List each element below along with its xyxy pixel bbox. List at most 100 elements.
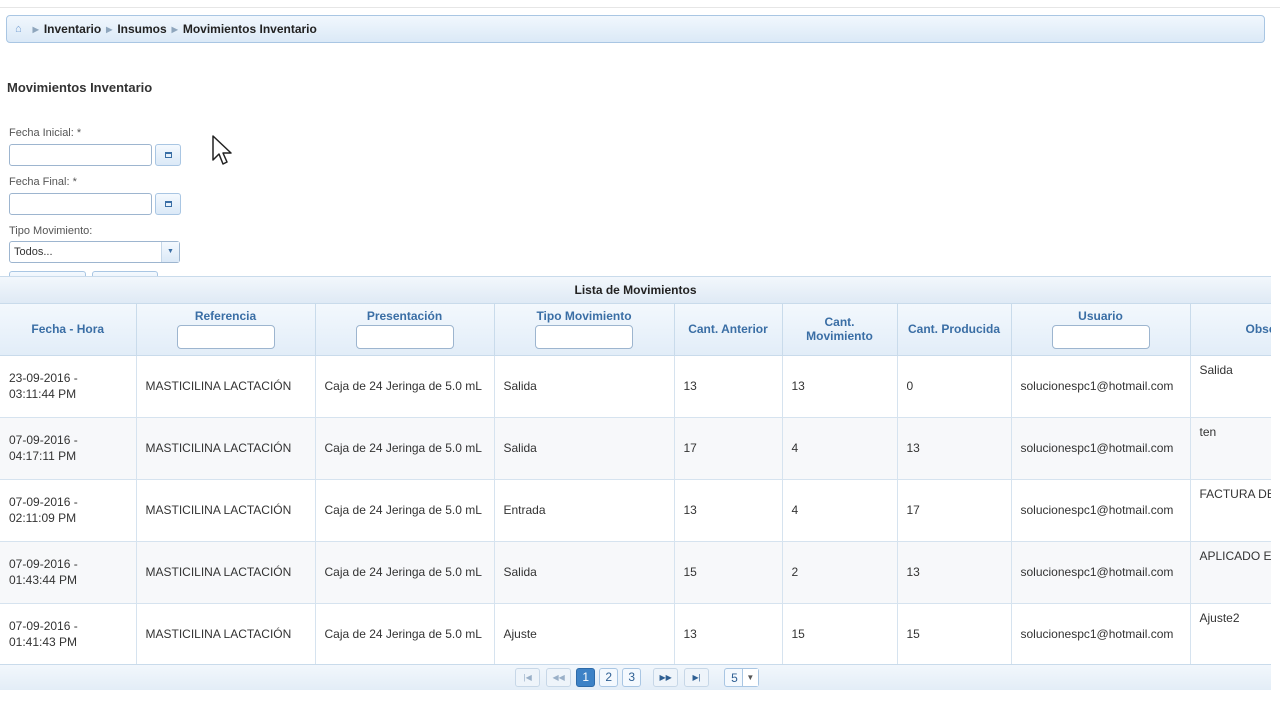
- table-row[interactable]: 07-09-2016 - 01:43:44 PM MASTICILINA LACT…: [0, 541, 1271, 604]
- cell-tipo-movimiento: Salida: [494, 355, 675, 418]
- calendar-icon: [164, 201, 172, 207]
- cell-cant-producida: 15: [897, 603, 1012, 666]
- tipo-movimiento-value: Todos...: [14, 246, 53, 258]
- cell-cant-anterior: 17: [674, 417, 783, 480]
- fecha-final-calendar-button[interactable]: [155, 193, 181, 215]
- tipo-movimiento-filter-input[interactable]: [535, 325, 633, 350]
- page-number-3[interactable]: 3: [622, 668, 642, 687]
- table-row[interactable]: 07-09-2016 - 02:11:09 PM MASTICILINA LACT…: [0, 479, 1271, 542]
- cell-tipo-movimiento: Ajuste: [494, 603, 675, 666]
- cell-presentacion: Caja de 24 Jeringa de 5.0 mL: [315, 603, 495, 666]
- page-number-1[interactable]: 1: [576, 668, 596, 687]
- cell-cant-movimiento: 13: [782, 355, 898, 418]
- tipo-movimiento-label: Tipo Movimiento:: [9, 225, 93, 237]
- cell-cant-anterior: 13: [674, 479, 783, 542]
- column-header-fecha-hora[interactable]: Fecha - Hora: [0, 304, 137, 356]
- cell-fecha-hora: 07-09-2016 - 01:43:44 PM: [0, 541, 137, 604]
- cell-fecha-hora: 07-09-2016 - 04:17:11 PM: [0, 417, 137, 480]
- cell-cant-producida: 13: [897, 541, 1012, 604]
- column-header-cant-movimiento[interactable]: Cant. Movimiento: [782, 304, 898, 356]
- calendar-icon: [164, 152, 172, 158]
- cell-cant-movimiento: 2: [782, 541, 898, 604]
- movements-grid: Lista de Movimientos Fecha - Hora Refere…: [0, 276, 1271, 690]
- column-header-observacion[interactable]: Observación: [1190, 304, 1271, 356]
- cell-presentacion: Caja de 24 Jeringa de 5.0 mL: [315, 479, 495, 542]
- cell-cant-producida: 13: [897, 417, 1012, 480]
- tipo-movimiento-select[interactable]: Todos... ▼: [9, 241, 180, 263]
- cell-cant-anterior: 15: [674, 541, 783, 604]
- grid-title: Lista de Movimientos: [0, 277, 1271, 304]
- table-row[interactable]: 07-09-2016 - 04:17:11 PM MASTICILINA LACT…: [0, 417, 1271, 480]
- cell-observacion: Ajuste2: [1190, 603, 1271, 666]
- column-header-presentacion[interactable]: Presentación: [315, 304, 495, 356]
- cell-cant-anterior: 13: [674, 603, 783, 666]
- chevron-right-icon: ▶: [32, 24, 39, 34]
- cell-cant-movimiento: 4: [782, 417, 898, 480]
- cell-observacion: ten: [1190, 417, 1271, 480]
- cell-tipo-movimiento: Entrada: [494, 479, 675, 542]
- cell-usuario: solucionespc1@hotmail.com: [1011, 417, 1191, 480]
- cell-cant-movimiento: 15: [782, 603, 898, 666]
- cell-fecha-hora: 07-09-2016 - 01:41:43 PM: [0, 603, 137, 666]
- page-title: Movimientos Inventario: [7, 80, 153, 95]
- referencia-filter-input[interactable]: [176, 325, 275, 350]
- fecha-final-input[interactable]: [9, 193, 152, 215]
- first-page-button[interactable]: |◀: [515, 668, 541, 687]
- last-page-button[interactable]: ▶|: [684, 668, 710, 687]
- cell-cant-producida: 17: [897, 479, 1012, 542]
- cell-referencia: MASTICILINA LACTACIÓN: [136, 603, 316, 666]
- chevron-down-icon[interactable]: ▼: [161, 242, 179, 262]
- cell-presentacion: Caja de 24 Jeringa de 5.0 mL: [315, 417, 495, 480]
- usuario-filter-input[interactable]: [1051, 325, 1150, 350]
- fecha-inicial-label: Fecha Inicial: *: [9, 127, 82, 139]
- table-row[interactable]: 07-09-2016 - 01:41:43 PM MASTICILINA LACT…: [0, 603, 1271, 666]
- prev-page-button[interactable]: ◀◀: [546, 668, 572, 687]
- breadcrumb: ⌂ ▶ Inventario ▶ Insumos ▶ Movimientos I…: [6, 15, 1265, 43]
- next-page-button[interactable]: ▶▶: [653, 668, 679, 687]
- cell-fecha-hora: 07-09-2016 - 02:11:09 PM: [0, 479, 137, 542]
- chevron-right-icon: ▶: [106, 24, 113, 34]
- cell-presentacion: Caja de 24 Jeringa de 5.0 mL: [315, 541, 495, 604]
- cell-observacion: FACTURA DE: [1190, 479, 1271, 542]
- cell-usuario: solucionespc1@hotmail.com: [1011, 355, 1191, 418]
- mouse-cursor-icon: [212, 135, 232, 165]
- cell-referencia: MASTICILINA LACTACIÓN: [136, 355, 316, 418]
- home-icon[interactable]: ⌂: [15, 23, 22, 35]
- cell-presentacion: Caja de 24 Jeringa de 5.0 mL: [315, 355, 495, 418]
- column-header-cant-producida[interactable]: Cant. Producida: [897, 304, 1012, 356]
- page-number-2[interactable]: 2: [599, 668, 619, 687]
- chevron-down-icon[interactable]: ▼: [741, 669, 758, 686]
- column-header-usuario[interactable]: Usuario: [1011, 304, 1191, 356]
- cell-fecha-hora: 23-09-2016 - 03:11:44 PM: [0, 355, 137, 418]
- cell-observacion: Salida: [1190, 355, 1271, 418]
- rows-per-page-select[interactable]: 5 ▼: [724, 668, 759, 687]
- column-header-tipo-movimiento[interactable]: Tipo Movimiento: [494, 304, 675, 356]
- pager: |◀ ◀◀ 1 2 3 ▶▶ ▶| 5 ▼: [0, 664, 1271, 690]
- cell-observacion: APLICADO E: [1190, 541, 1271, 604]
- fecha-inicial-calendar-button[interactable]: [155, 144, 181, 166]
- fecha-final-label: Fecha Final: *: [9, 176, 77, 188]
- column-header-cant-anterior[interactable]: Cant. Anterior: [674, 304, 783, 356]
- cell-referencia: MASTICILINA LACTACIÓN: [136, 479, 316, 542]
- breadcrumb-item-insumos[interactable]: Insumos: [117, 22, 166, 36]
- breadcrumb-item-movimientos: Movimientos Inventario: [182, 22, 317, 36]
- column-header-referencia[interactable]: Referencia: [136, 304, 316, 356]
- fecha-inicial-input[interactable]: [9, 144, 152, 166]
- rows-per-page-value: 5: [731, 670, 738, 685]
- filter-form: Fecha Inicial: * Fecha Final: * Tipo Mov…: [9, 126, 189, 281]
- cell-tipo-movimiento: Salida: [494, 417, 675, 480]
- cell-cant-anterior: 13: [674, 355, 783, 418]
- presentacion-filter-input[interactable]: [355, 325, 454, 350]
- cell-referencia: MASTICILINA LACTACIÓN: [136, 417, 316, 480]
- cell-usuario: solucionespc1@hotmail.com: [1011, 479, 1191, 542]
- chevron-right-icon: ▶: [171, 24, 178, 34]
- cell-usuario: solucionespc1@hotmail.com: [1011, 603, 1191, 666]
- cell-usuario: solucionespc1@hotmail.com: [1011, 541, 1191, 604]
- cell-referencia: MASTICILINA LACTACIÓN: [136, 541, 316, 604]
- cell-cant-movimiento: 4: [782, 479, 898, 542]
- table-row[interactable]: 23-09-2016 - 03:11:44 PM MASTICILINA LACT…: [0, 355, 1271, 418]
- breadcrumb-item-inventario[interactable]: Inventario: [44, 22, 101, 36]
- cell-tipo-movimiento: Salida: [494, 541, 675, 604]
- cell-cant-producida: 0: [897, 355, 1012, 418]
- browser-top-strip: [0, 0, 1280, 8]
